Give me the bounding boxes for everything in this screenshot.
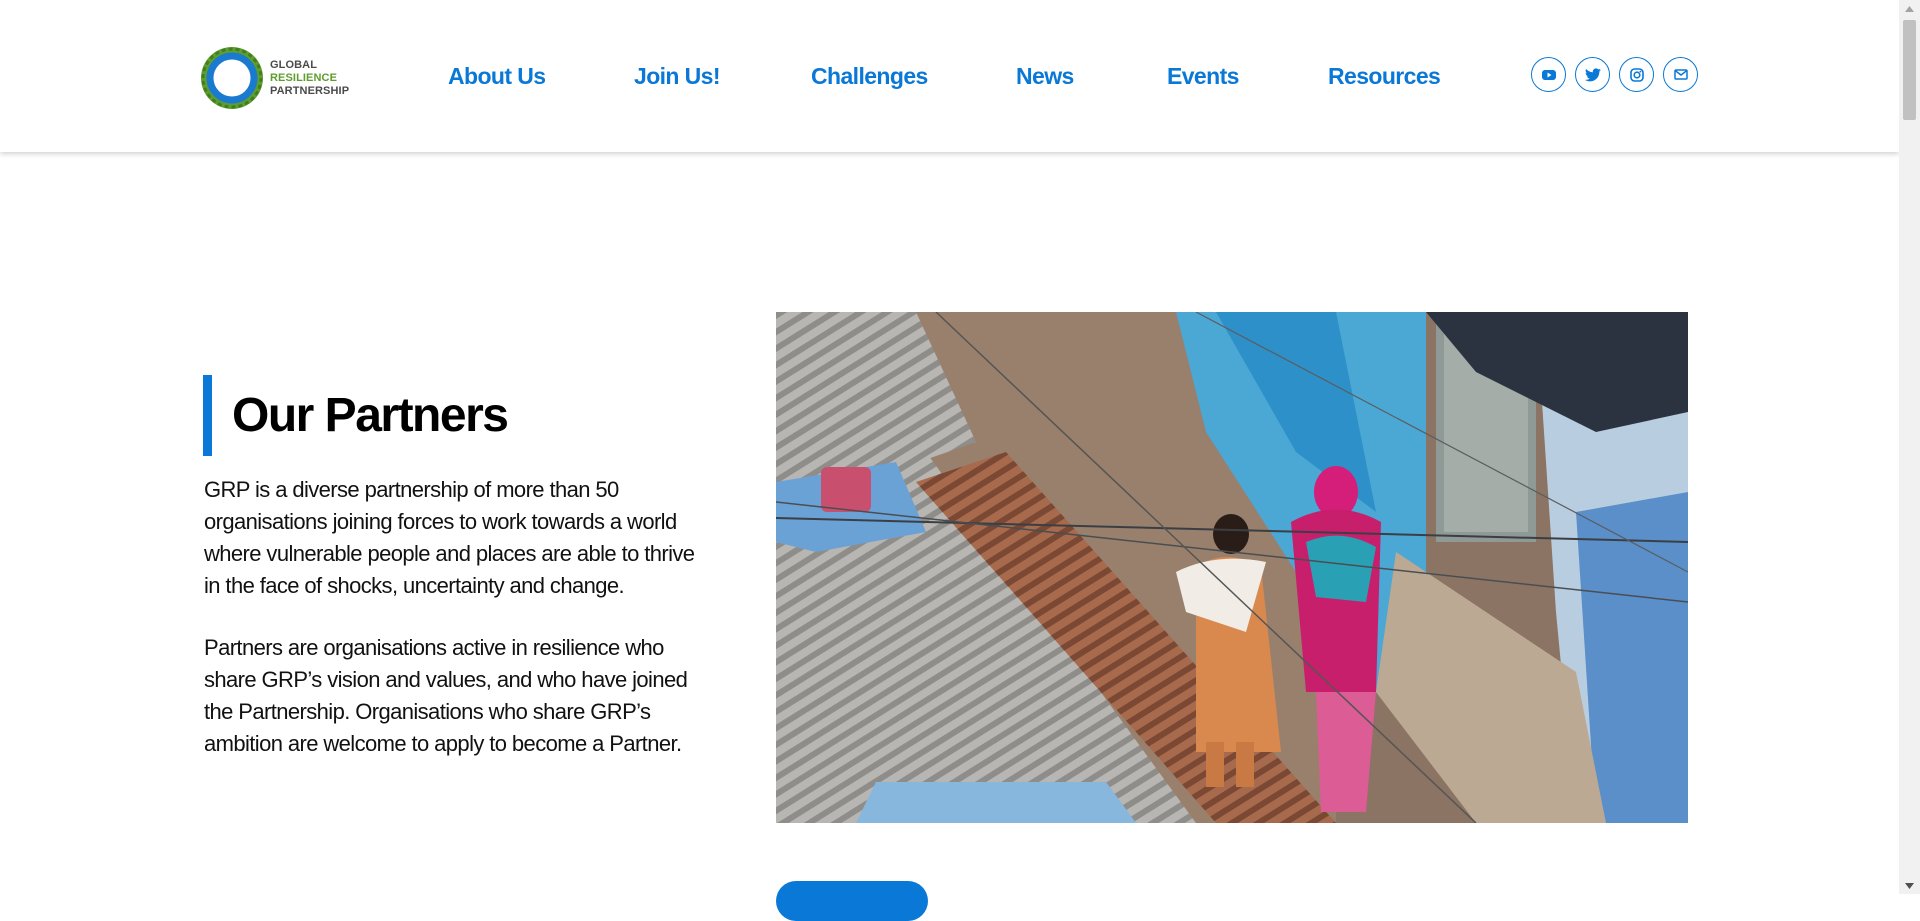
- scroll-thumb[interactable]: [1903, 20, 1916, 120]
- twitter-icon: [1584, 67, 1601, 81]
- partners-paragraph: Partners are organisations active in res…: [204, 635, 688, 756]
- chevron-up-icon: [1905, 5, 1914, 12]
- chevron-down-icon: [1905, 882, 1914, 889]
- instagram-icon: [1629, 67, 1644, 82]
- scroll-up-arrow[interactable]: [1899, 0, 1920, 17]
- nav-challenges[interactable]: Challenges: [811, 58, 928, 94]
- title-accent-bar: [203, 375, 212, 456]
- scroll-down-arrow[interactable]: [1899, 877, 1920, 894]
- page-title: Our Partners: [232, 389, 509, 442]
- nav-news[interactable]: News: [1016, 58, 1074, 94]
- nav-events[interactable]: Events: [1167, 58, 1239, 94]
- hero-photo: [776, 312, 1688, 823]
- grp-logo-icon: [201, 47, 263, 109]
- email-icon: [1673, 69, 1688, 80]
- cta-button[interactable]: [776, 881, 928, 921]
- email-link[interactable]: [1663, 57, 1698, 92]
- logo-line-resilience: RESILIENCE: [270, 71, 338, 84]
- page-scrollbar[interactable]: [1899, 0, 1920, 894]
- nav-join-us[interactable]: Join Us!: [634, 58, 721, 94]
- logo-line-global: GLOBAL: [270, 58, 318, 71]
- twitter-link[interactable]: [1575, 57, 1610, 92]
- intro-paragraph: GRP is a diverse partnership of more tha…: [204, 477, 695, 598]
- logo-line-partnership: PARTNERSHIP: [270, 84, 350, 97]
- nav-about-us[interactable]: About Us: [448, 58, 546, 94]
- youtube-link[interactable]: [1531, 57, 1566, 92]
- women-walking-in-alley-photo: [776, 312, 1688, 823]
- instagram-link[interactable]: [1619, 57, 1654, 92]
- grp-logo[interactable]: GLOBAL RESILIENCE PARTNERSHIP: [200, 43, 360, 113]
- youtube-icon: [1541, 69, 1556, 80]
- site-header: GLOBAL RESILIENCE PARTNERSHIP About Us J…: [0, 0, 1899, 152]
- nav-resources[interactable]: Resources: [1328, 58, 1441, 94]
